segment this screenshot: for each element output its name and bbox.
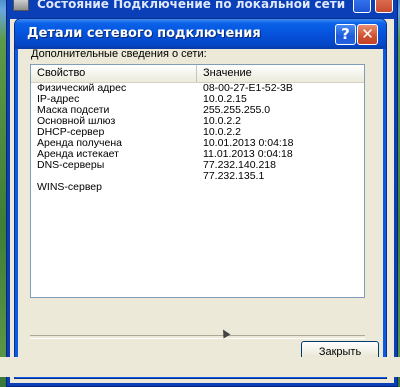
dialog-titlebar[interactable]: Детали сетевого подключения ? ✕ <box>15 19 386 49</box>
network-details-dialog: Детали сетевого подключения ? ✕ Дополнит… <box>14 18 387 379</box>
parent-help-button[interactable] <box>353 0 371 13</box>
dialog-title: Детали сетевого подключения <box>27 26 261 41</box>
property-cell: DNS-серверы <box>37 159 105 171</box>
value-cell: 77.232.135.1 <box>203 170 265 182</box>
list-item[interactable]: DNS-серверы 77.232.140.218 <box>31 160 364 171</box>
help-button[interactable]: ? <box>335 24 356 45</box>
column-header-property[interactable]: Свойство <box>31 65 197 82</box>
parent-window-bottom <box>0 357 400 377</box>
column-header-value[interactable]: Значение <box>197 65 364 82</box>
close-icon[interactable]: ✕ <box>357 24 378 45</box>
horizontal-scroll-area <box>30 298 365 315</box>
divider <box>30 335 365 339</box>
list-item[interactable]: Физический адрес 08-00-27-E1-52-3B <box>31 83 364 94</box>
property-cell: WINS-сервер <box>37 181 102 193</box>
listview-rows: Физический адрес 08-00-27-E1-52-3B IP-адр… <box>31 83 364 193</box>
description-label: Дополнительные сведения о сети: <box>31 48 207 60</box>
parent-window-title: Состояние Подключение по локальной сети <box>37 0 346 11</box>
parent-close-button[interactable] <box>375 0 393 13</box>
listview-header: Свойство Значение <box>31 65 364 83</box>
details-listview[interactable]: Свойство Значение Физический адрес 08-00-… <box>30 64 365 298</box>
list-item[interactable]: WINS-сервер <box>31 182 364 193</box>
